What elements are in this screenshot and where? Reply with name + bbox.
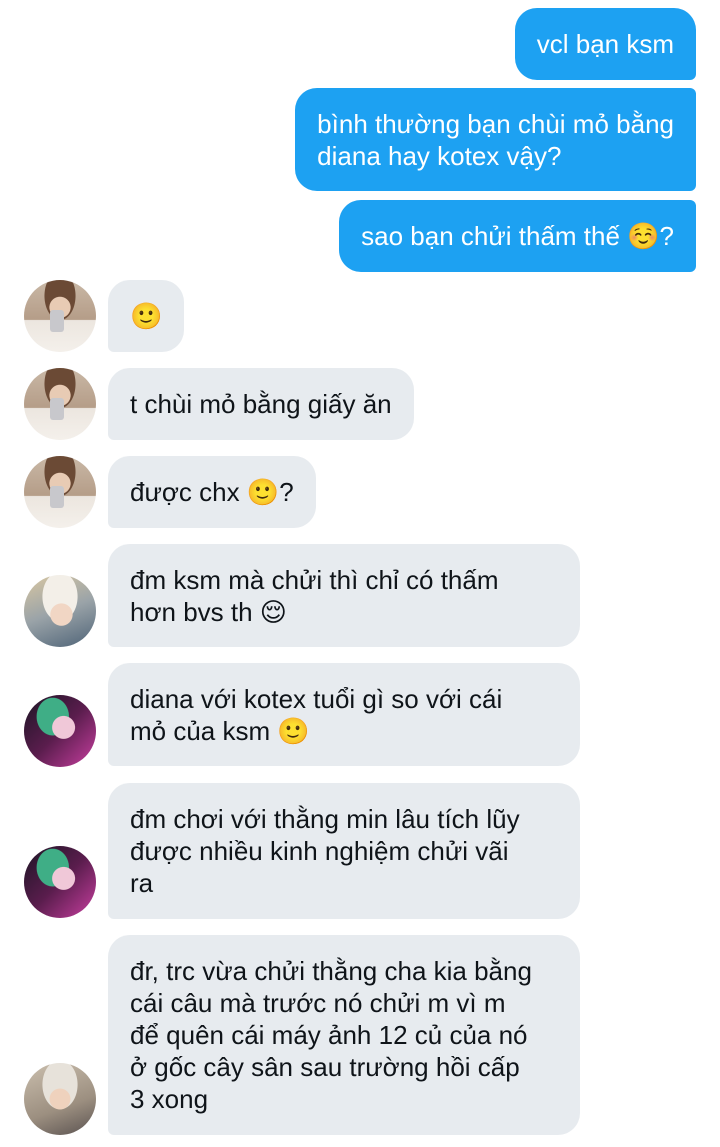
message-bubble-outgoing[interactable]: vcl bạn ksm	[514, 8, 696, 80]
message-bubble-incoming[interactable]: đm chơi với thằng min lâu tích lũy được …	[108, 783, 580, 919]
avatar-user-c[interactable]	[24, 695, 96, 767]
message-text: vcl bạn ksm	[536, 29, 674, 59]
avatar-user-b[interactable]	[24, 575, 96, 647]
avatar-user-a[interactable]	[24, 368, 96, 440]
message-text: t chùi mỏ bằng giấy ăn	[130, 389, 392, 419]
avatar-user-d[interactable]	[24, 1063, 96, 1135]
message-bubble-outgoing[interactable]: bình thường bạn chùi mỏ bằng diana hay k…	[295, 88, 696, 191]
message-text: 🙂	[130, 301, 163, 331]
message-bubble-outgoing[interactable]: sao bạn chửi thấm thế ☺️?	[339, 200, 696, 272]
message-text: đm ksm mà chửi thì chỉ có thấm hơn bvs t…	[130, 564, 499, 627]
message-text: bình thường bạn chùi mỏ bằng diana hay k…	[317, 108, 674, 171]
message-bubble-incoming[interactable]: được chx 🙂?	[108, 456, 316, 528]
message-bubble-incoming[interactable]: diana với kotex tuổi gì so với cái mỏ củ…	[108, 663, 580, 766]
message-text: sao bạn chửi thấm thế ☺️?	[361, 221, 674, 251]
avatar-user-a[interactable]	[24, 456, 96, 528]
message-bubble-incoming[interactable]: đm ksm mà chửi thì chỉ có thấm hơn bvs t…	[108, 544, 580, 647]
avatar-user-a[interactable]	[24, 280, 96, 352]
message-text: đr, trc vừa chửi thằng cha kia bằng cái …	[130, 956, 532, 1114]
message-text: được chx 🙂?	[130, 477, 294, 507]
avatar-user-c[interactable]	[24, 846, 96, 918]
message-bubble-incoming[interactable]: t chùi mỏ bằng giấy ăn	[108, 368, 414, 440]
message-bubble-incoming[interactable]: 🙂	[108, 280, 185, 352]
message-text: diana với kotex tuổi gì so với cái mỏ củ…	[130, 683, 503, 746]
message-text: đm chơi với thằng min lâu tích lũy được …	[130, 804, 520, 898]
message-bubble-incoming[interactable]: đr, trc vừa chửi thằng cha kia bằng cái …	[108, 935, 580, 1135]
